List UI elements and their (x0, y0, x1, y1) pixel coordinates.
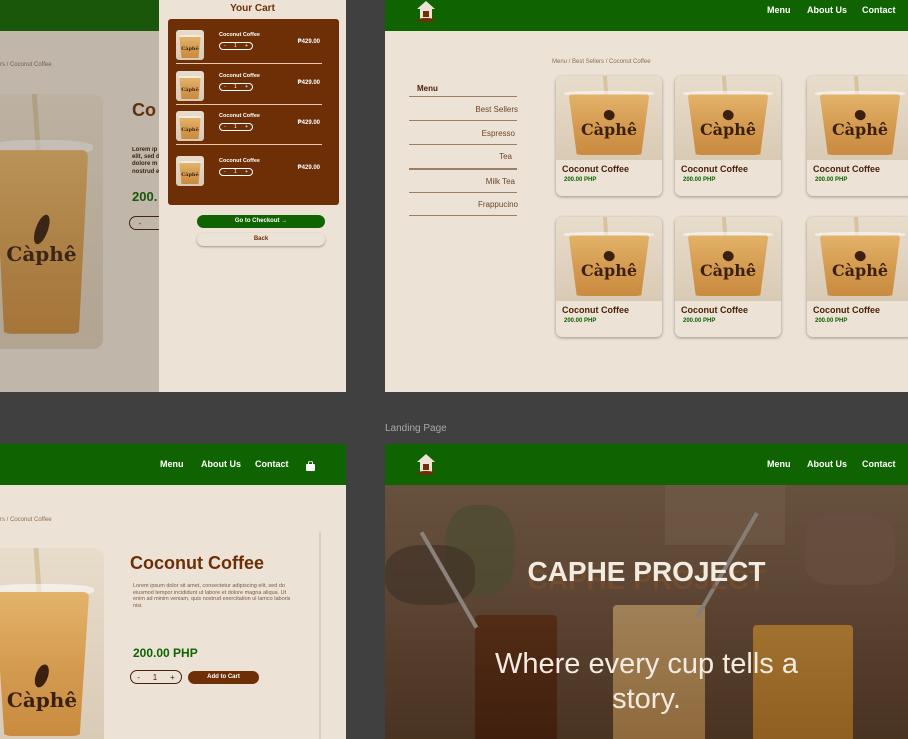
qty-value: 1 (152, 672, 158, 682)
cart-item-price: ₱429.00 (297, 80, 320, 86)
qty-value: 1 (233, 169, 237, 175)
back-button[interactable]: Back (197, 233, 325, 246)
nav-menu-link[interactable]: Menu (767, 5, 791, 15)
cart-item-qty-stepper[interactable]: - 1 + (219, 42, 253, 50)
cart-item-thumb: Càphê (176, 30, 204, 60)
nav-contact-link[interactable]: Contact (862, 459, 896, 469)
cart-item-price: ₱429.00 (297, 120, 320, 126)
cart-item-price: ₱429.00 (297, 165, 320, 171)
product-name: Coconut Coffee (681, 305, 748, 315)
qty-minus-button[interactable]: - (224, 43, 226, 49)
qty-value: 1 (233, 84, 237, 90)
hero-title: CAPHE PROJECT (527, 556, 766, 587)
product-card[interactable]: Càphê Coconut Coffee 200.00 PHP (807, 217, 908, 337)
qty-plus-button[interactable]: + (245, 169, 248, 175)
product-card[interactable]: Càphê Coconut Coffee 200.00 PHP (675, 217, 781, 337)
product-name: Coconut Coffee (562, 164, 629, 174)
qty-plus-button[interactable]: + (170, 673, 175, 682)
product-image: Càphê (0, 548, 104, 739)
cart-item-name: Coconut Coffee (219, 113, 260, 119)
sidebar-item-espresso[interactable]: Espresso (445, 129, 515, 138)
quantity-stepper[interactable]: - 1 + (130, 670, 182, 684)
cart-item-name: Coconut Coffee (219, 73, 260, 79)
hero-tagline-line-2: story. (612, 683, 681, 715)
shopping-bag-icon[interactable] (306, 458, 315, 471)
product-title: Coconut Coffee (130, 553, 264, 573)
sidebar-item-best-sellers[interactable]: Best Sellers (445, 105, 518, 114)
product-name: Coconut Coffee (562, 305, 629, 315)
nav-bar: Menu About Us Contact (385, 444, 908, 485)
house-cup-logo[interactable] (415, 453, 437, 475)
checkout-button[interactable]: Go to Checkout → (197, 215, 325, 228)
sidebar-item-milk-tea[interactable]: Milk Tea (445, 177, 515, 186)
landing-page-frame: Menu About Us Contact CAPHE PROJECT Wher… (385, 444, 908, 739)
product-name: Coconut Coffee (813, 164, 880, 174)
cart-item-price: ₱429.00 (297, 39, 320, 45)
menu-sidebar-heading: Menu (417, 84, 438, 93)
qty-plus-button[interactable]: + (245, 84, 248, 90)
cart-item: Càphê Coconut Coffee - 1 + ₱429.00 (168, 150, 330, 190)
qty-minus-button[interactable]: - (137, 673, 140, 682)
nav-bar: Menu About Us Contact (0, 444, 346, 485)
cart-item-name: Coconut Coffee (219, 32, 260, 38)
cart-item: Càphê Coconut Coffee - 1 + ₱429.00 (168, 105, 330, 145)
qty-plus-button[interactable]: + (245, 124, 248, 130)
product-price: 200.00 PHP (815, 177, 848, 183)
nav-menu-link[interactable]: Menu (160, 459, 184, 469)
product-card[interactable]: Càphê Coconut Coffee 200.00 PHP (556, 217, 662, 337)
cart-item-thumb: Càphê (176, 111, 204, 141)
artboard-label: Landing Page (385, 423, 447, 434)
nav-about-link[interactable]: About Us (201, 459, 241, 469)
cart-item-qty-stepper[interactable]: - 1 + (219, 168, 253, 176)
add-to-cart-button[interactable]: Add to Cart (188, 671, 259, 684)
sidebar-item-tea[interactable]: Tea (445, 152, 512, 161)
cart-item-thumb: Càphê (176, 156, 204, 186)
house-cup-logo[interactable] (415, 0, 437, 22)
cart-item-thumb: Càphê (176, 71, 204, 101)
cart-list: Càphê Coconut Coffee - 1 + ₱429.00 Càphê (168, 19, 339, 205)
cart-title: Your Cart (230, 3, 275, 14)
product-card[interactable]: Càphê Coconut Coffee 200.00 PHP (556, 76, 662, 196)
nav-contact-link[interactable]: Contact (255, 459, 289, 469)
nav-about-link[interactable]: About Us (807, 5, 847, 15)
panel-divider (319, 532, 321, 739)
cart-item-qty-stepper[interactable]: - 1 + (219, 123, 253, 131)
product-card[interactable]: Càphê Coconut Coffee 200.00 PHP (807, 76, 908, 196)
nav-bar: Menu About Us Contact (385, 0, 908, 31)
cart-panel: Your Cart Càphê Coconut Coffee - 1 + ₱42… (159, 0, 346, 392)
qty-value: 1 (233, 124, 237, 130)
menu-page-frame: Menu About Us Contact Menu / Best Seller… (385, 0, 908, 392)
qty-minus-button[interactable]: - (224, 124, 226, 130)
product-page-cart-frame: rs / Coconut Coffee Càphê Co Lorem ip el… (0, 0, 346, 392)
qty-plus-button[interactable]: + (245, 43, 248, 49)
cart-item: Càphê Coconut Coffee - 1 + ₱429.00 (168, 65, 330, 105)
product-price: 200.00 PHP (133, 646, 198, 660)
product-price: 200.00 PHP (815, 318, 848, 324)
product-name: Coconut Coffee (813, 305, 880, 315)
cart-item-name: Coconut Coffee (219, 158, 260, 164)
product-card[interactable]: Càphê Coconut Coffee 200.00 PHP (675, 76, 781, 196)
sidebar-item-frappucino[interactable]: Frappucino (445, 200, 518, 209)
qty-minus-button[interactable]: - (224, 84, 226, 90)
product-detail-frame: Menu About Us Contact rs / Coconut Coffe… (0, 444, 346, 739)
qty-value: 1 (233, 43, 237, 49)
hero-tagline-line-1: Where every cup tells a (494, 648, 798, 680)
cart-item-qty-stepper[interactable]: - 1 + (219, 83, 253, 91)
product-price: 200.00 PHP (564, 177, 597, 183)
design-canvas: rs / Coconut Coffee Càphê Co Lorem ip el… (0, 0, 908, 739)
breadcrumb: rs / Coconut Coffee (0, 517, 52, 523)
product-price: 200.00 PHP (683, 177, 716, 183)
product-price: 200.00 PHP (683, 318, 716, 324)
nav-menu-link[interactable]: Menu (767, 459, 791, 469)
cart-item: Càphê Coconut Coffee - 1 + ₱429.00 (168, 24, 330, 64)
product-name: Coconut Coffee (681, 164, 748, 174)
breadcrumb: Menu / Best Sellers / Coconut Coffee (552, 59, 651, 65)
nav-about-link[interactable]: About Us (807, 459, 847, 469)
product-price: 200.00 PHP (564, 318, 597, 324)
product-description: Lorem ipsum dolor sit amet, consectetur … (133, 583, 291, 609)
qty-minus-button[interactable]: - (224, 169, 226, 175)
nav-contact-link[interactable]: Contact (862, 5, 896, 15)
